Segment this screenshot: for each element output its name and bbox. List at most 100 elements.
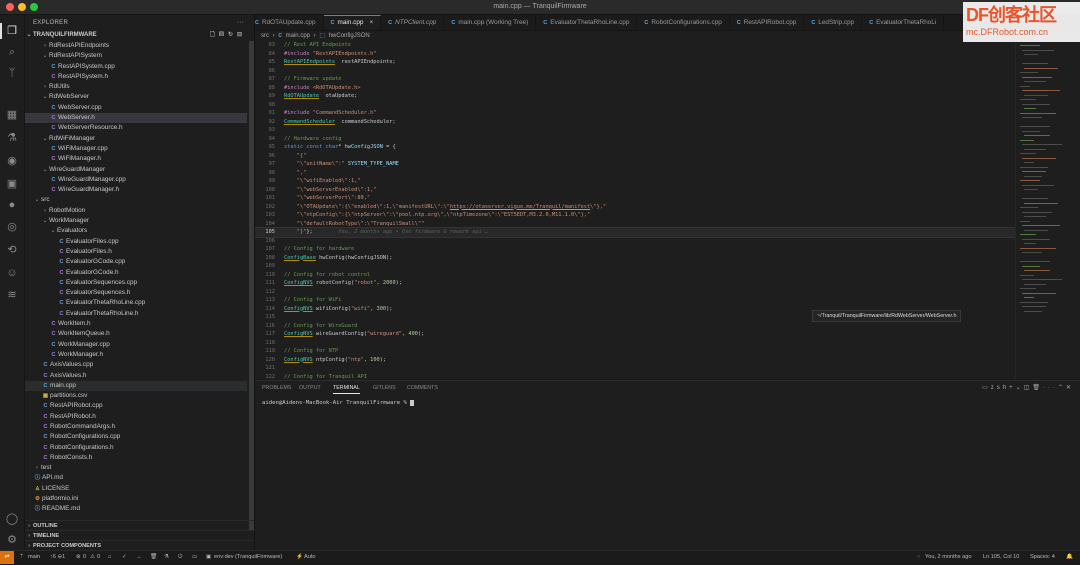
upload-icon[interactable]: → xyxy=(136,551,142,564)
folder-item[interactable]: ⌄WorkManager xyxy=(25,216,247,226)
file-item[interactable]: C RobotCommandArgs.h xyxy=(25,422,247,432)
new-file-icon[interactable]: 🗋 xyxy=(210,32,219,38)
file-item[interactable]: C EvaluatorFiles.h xyxy=(25,247,247,257)
folder-item[interactable]: › RdUtils xyxy=(25,82,247,92)
file-item[interactable]: C WireGuardManager.h xyxy=(25,185,247,195)
folder-item[interactable]: › RobotMotion xyxy=(25,206,247,216)
file-item[interactable]: Cmain.cpp xyxy=(25,380,247,392)
file-item[interactable]: C WebServer.h xyxy=(25,113,247,124)
folder-item[interactable]: ⌄src xyxy=(25,195,247,205)
file-item[interactable]: C EvaluatorThetaRhoLine.cpp xyxy=(25,298,247,308)
project-components-section[interactable]: › PROJECT COMPONENTS xyxy=(25,540,254,550)
split-terminal-icon[interactable]: ◫ xyxy=(1024,385,1033,391)
extensions-icon[interactable]: ▦ xyxy=(5,108,19,122)
folder-item[interactable]: ⌄RdWiFiManager xyxy=(25,134,247,144)
docker-icon[interactable]: ≋ xyxy=(5,288,19,302)
branch-name[interactable]: main xyxy=(28,551,40,564)
file-item[interactable]: C RobotConfigurations.h xyxy=(25,443,247,453)
minimap[interactable] xyxy=(1015,41,1080,379)
clean-icon[interactable]: 🗑 xyxy=(150,551,157,564)
editor-tab[interactable]: C EvaluatorThetaRhoLine.cpp xyxy=(536,15,638,30)
file-item[interactable]: C WorkItemQueue.h xyxy=(25,329,247,339)
editor-tab[interactable]: Cmain.cpp (Working Tree) xyxy=(444,15,537,30)
refresh-icon[interactable]: ↻ xyxy=(228,32,237,38)
trash-icon[interactable]: 🗑 xyxy=(1032,385,1043,391)
account-icon[interactable]: ◯ xyxy=(5,512,19,526)
tab-output[interactable]: OUTPUT xyxy=(299,384,321,393)
build-icon[interactable]: ✓ xyxy=(122,551,127,564)
new-folder-icon[interactable]: ▤ xyxy=(219,32,228,38)
file-item[interactable]: C WiFiManager.cpp xyxy=(25,144,247,154)
file-item[interactable]: C WebServer.cpp xyxy=(25,103,247,113)
remote-explorer-icon[interactable]: ▣ xyxy=(5,177,19,191)
file-item[interactable]: C WireGuardManager.cpp xyxy=(25,175,247,185)
platformio-icon[interactable]: ◉ xyxy=(5,154,19,168)
folder-item[interactable]: › test xyxy=(25,463,247,473)
editor-tab[interactable]: C RdOTAUpdate.cpp xyxy=(255,15,324,30)
terminal-output[interactable]: aiden@Aidens-MacBook-Air TranquilFirmwar… xyxy=(262,400,414,406)
file-item[interactable]: C AxisValues.h xyxy=(25,371,247,381)
file-item[interactable]: C WebServerResource.h xyxy=(25,123,247,133)
search-icon[interactable]: ⌕ xyxy=(5,45,19,59)
maximize-panel-icon[interactable]: ⌃ xyxy=(1058,385,1066,391)
file-item[interactable]: C WorkManager.cpp xyxy=(25,340,247,350)
indentation[interactable]: Spaces: 4 xyxy=(1030,551,1055,564)
source-control-icon[interactable]: ᛘ xyxy=(5,66,19,80)
file-item[interactable]: C EvaluatorThetaRhoLine.h xyxy=(25,309,247,319)
folder-item[interactable]: ⌄RdRestAPISystem xyxy=(25,51,247,61)
sync-status[interactable]: ↑6 ⊖1 xyxy=(50,551,65,564)
settings-sync-icon[interactable]: ⟲ xyxy=(5,243,19,257)
folder-item[interactable]: ⌄WireGuardManager xyxy=(25,165,247,175)
file-item[interactable]: C EvaluatorFiles.cpp xyxy=(25,237,247,247)
workspace-folder-header[interactable]: ⌄TRANQUILFIRMWARE 🗋▤↻⊟ xyxy=(25,30,254,41)
copilot-icon[interactable]: ☺ xyxy=(5,266,19,280)
auto-port[interactable]: Auto xyxy=(304,551,316,564)
file-item[interactable]: ♙ LICENSE xyxy=(25,484,247,494)
tab-gitlens[interactable]: GITLENS xyxy=(373,384,396,393)
error-count[interactable]: 0 xyxy=(83,551,86,564)
file-item[interactable]: ⚙ platformio.ini xyxy=(25,494,247,504)
editor-tab[interactable]: Cmain.cpp × xyxy=(323,15,382,30)
file-item[interactable]: C RobotConfigurations.cpp xyxy=(25,432,247,442)
terminal-icon[interactable]: ▭ xyxy=(192,551,197,564)
file-item[interactable]: C RestAPIRobot.h xyxy=(25,412,247,422)
editor-tab[interactable]: C NTPClient.cpp xyxy=(381,15,445,30)
home-icon[interactable]: ⌂ xyxy=(108,551,111,564)
breadcrumb-src[interactable]: src xyxy=(261,33,269,39)
serial-monitor-icon[interactable]: ⏻ xyxy=(178,551,182,564)
breadcrumb-symbol[interactable]: hwConfigJSON xyxy=(329,33,370,39)
close-icon[interactable]: × xyxy=(369,19,373,26)
file-item[interactable]: C EvaluatorSequences.h xyxy=(25,288,247,298)
file-item[interactable]: C WorkItem.h xyxy=(25,319,247,329)
test-icon[interactable]: ⚗ xyxy=(164,551,169,564)
close-icon[interactable]: ✕ xyxy=(1066,385,1074,391)
folder-item[interactable]: ⌄RdWebServer xyxy=(25,92,247,102)
remote-indicator[interactable]: ⇌ xyxy=(0,551,14,564)
code-editor[interactable]: 83 // Rest API Endpoints 84 #include "RestA… xyxy=(255,41,1015,379)
file-item[interactable]: ⓘ README.md xyxy=(25,504,247,514)
file-item[interactable]: C AxisValues.cpp xyxy=(25,360,247,370)
file-item[interactable]: C WiFiManager.h xyxy=(25,154,247,164)
file-item[interactable]: C RobotConsts.h xyxy=(25,453,247,463)
github-icon[interactable]: ● xyxy=(5,198,19,212)
cursor-position[interactable]: Ln 105, Col 10 xyxy=(983,551,1019,564)
collapse-all-icon[interactable]: ⊟ xyxy=(237,32,246,38)
file-item[interactable]: C WorkManager.h xyxy=(25,350,247,360)
env-selector[interactable]: env:dev (TranquilFirmware) xyxy=(214,551,282,564)
editor-tab[interactable]: C EvaluatorThetaRhoLi xyxy=(862,15,945,30)
file-item[interactable]: C EvaluatorSequences.cpp xyxy=(25,278,247,288)
chevron-down-icon[interactable]: ⌄ xyxy=(1016,385,1024,391)
folder-item[interactable]: › RdRestAPIEndpoints xyxy=(25,41,247,51)
breadcrumb-file[interactable]: main.cpp xyxy=(286,33,310,39)
gear-icon[interactable]: ⚙ xyxy=(5,533,19,547)
file-item[interactable]: C RestAPISystem.h xyxy=(25,72,247,82)
tab-problems[interactable]: PROBLEMS xyxy=(262,384,291,393)
gitlens-icon[interactable]: ◎ xyxy=(5,220,19,234)
tab-comments[interactable]: COMMENTS xyxy=(407,384,438,393)
tab-terminal[interactable]: TERMINAL xyxy=(333,384,360,394)
files-icon[interactable]: ❐ xyxy=(5,24,19,38)
shell-name[interactable]: zsh xyxy=(991,385,1009,391)
file-item[interactable]: C RestAPISystem.cpp xyxy=(25,62,247,72)
editor-tab[interactable]: C RobotConfigurations.cpp xyxy=(637,15,730,30)
file-item[interactable]: ⓘ API.md xyxy=(25,473,247,483)
